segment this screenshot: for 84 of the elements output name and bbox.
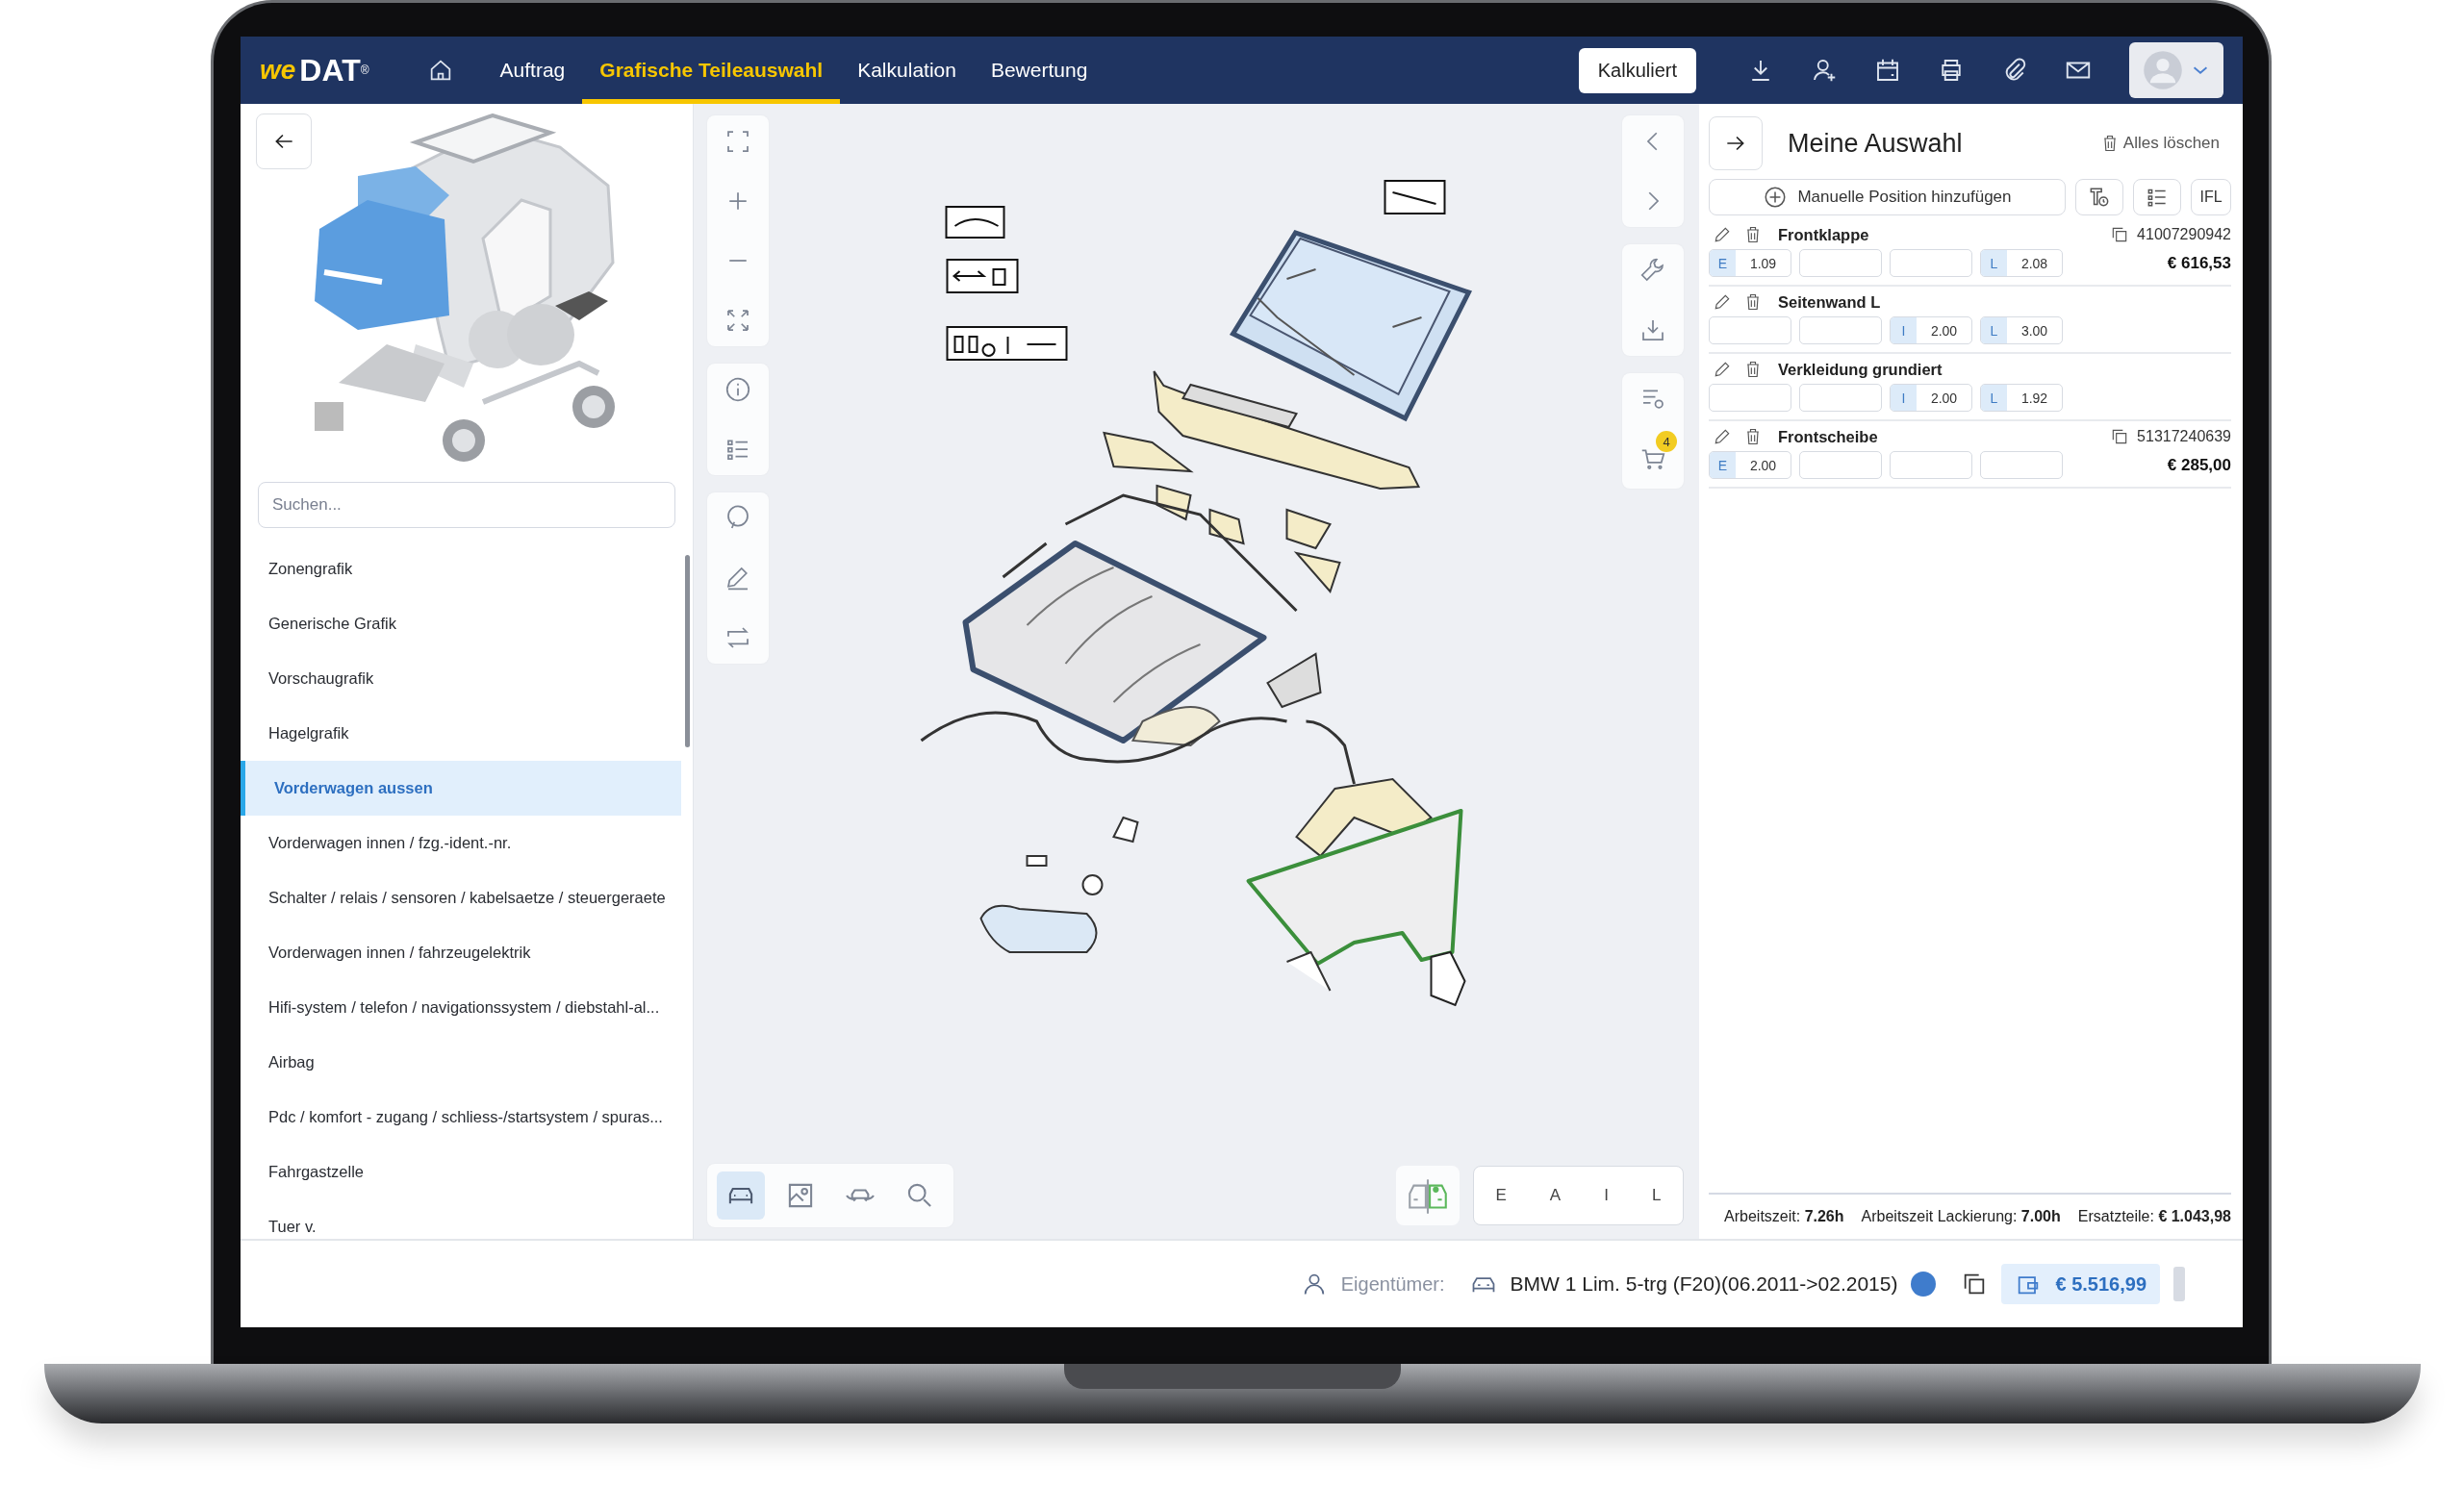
search-field[interactable]: Suchen...: [258, 482, 675, 528]
field-tag: L: [1981, 250, 2007, 276]
field-tag: I: [1891, 385, 1917, 411]
category-item[interactable]: Schalter / relais / sensoren / kabelsaetze / steuergeraete: [241, 870, 681, 925]
add-position-button[interactable]: Manuelle Position hinzufügen: [1709, 179, 2066, 215]
category-item[interactable]: Vorderwagen innen / fzg.-ident.-nr.: [241, 816, 681, 870]
filter-tab[interactable]: A: [1541, 1178, 1569, 1213]
position-name: Frontklappe: [1778, 225, 1869, 244]
value-field[interactable]: [1709, 384, 1791, 412]
category-item[interactable]: Generische Grafik: [241, 596, 681, 651]
summary-text: Ersatzteile: € 1.043,98: [2077, 1208, 2231, 1225]
value-field[interactable]: [1799, 384, 1882, 412]
field-value: 2.00: [1929, 321, 1959, 340]
category-item[interactable]: Tuer v.: [241, 1199, 681, 1239]
value-field[interactable]: E 2.00: [1709, 451, 1791, 479]
nav-tab[interactable]: Auftrag: [482, 37, 583, 104]
filter-tab[interactable]: L: [1643, 1178, 1669, 1213]
value-field[interactable]: [1799, 249, 1882, 277]
field-tag: I: [1891, 317, 1917, 343]
filter-tab[interactable]: I: [1596, 1178, 1616, 1213]
field-tag: L: [1981, 385, 2007, 411]
category-item[interactable]: Zonengrafik: [241, 542, 681, 596]
category-item[interactable]: Vorschaugrafik: [241, 651, 681, 706]
value-field[interactable]: [1799, 316, 1882, 344]
edit-icon[interactable]: [1713, 360, 1732, 379]
value-field[interactable]: [1890, 451, 1972, 479]
category-item[interactable]: Hifi-system / telefon / navigationssystem / diebstahl-al...: [241, 980, 681, 1035]
info-icon[interactable]: [724, 375, 752, 404]
list-view-button[interactable]: [2133, 179, 2181, 215]
summary-text: Arbeitszeit: 7.26h: [1724, 1208, 1844, 1225]
field-value: 2.00: [1929, 389, 1959, 408]
field-value: 3.00: [2019, 321, 2049, 340]
field-value: 1.92: [2019, 389, 2049, 408]
part-number: 41007290942: [2137, 226, 2231, 243]
part-number: 51317240639: [2137, 428, 2231, 445]
position-name: Seitenwand L: [1778, 292, 1881, 312]
status-button[interactable]: Kalkuliert: [1578, 47, 1696, 93]
avatar-icon: [2142, 49, 2184, 91]
filter-tab[interactable]: E: [1487, 1178, 1514, 1213]
total-price-button[interactable]: € 5.516,99: [2001, 1264, 2160, 1304]
clear-all-link[interactable]: Alles löschen: [2099, 134, 2231, 153]
category-item[interactable]: Hagelgrafik: [241, 706, 681, 761]
owner-label: Eigentümer:: [1340, 1272, 1445, 1296]
vehicle-name: BMW 1 Lim. 5-trg (F20)(06.2011->02.2015): [1510, 1272, 1898, 1296]
summary-text: Arbeitszeit Lackierung: 7.00h: [1861, 1208, 2061, 1225]
value-field[interactable]: I 2.00: [1890, 316, 1972, 344]
edit-icon[interactable]: [1713, 292, 1732, 312]
edit-icon[interactable]: [1713, 225, 1732, 244]
field-tag: L: [1981, 317, 2007, 343]
position-name: Frontscheibe: [1778, 427, 1878, 446]
panel-title: Meine Auswahl: [1788, 128, 1963, 159]
car-compare-icon[interactable]: [1396, 1166, 1460, 1225]
ifl-button[interactable]: IFL: [2191, 179, 2231, 215]
field-value: 2.08: [2019, 254, 2049, 273]
status-dot: [1911, 1272, 1937, 1297]
nav-tab[interactable]: Bewertung: [973, 37, 1105, 104]
value-field[interactable]: [1980, 451, 2063, 479]
field-value: 2.00: [1748, 456, 1778, 475]
value-field[interactable]: I 2.00: [1890, 384, 1972, 412]
value-field[interactable]: E 1.09: [1709, 249, 1791, 277]
value-field[interactable]: [1799, 451, 1882, 479]
value-field[interactable]: L 3.00: [1980, 316, 2063, 344]
edit-icon[interactable]: [1713, 427, 1732, 446]
value-field[interactable]: L 1.92: [1980, 384, 2063, 412]
category-item[interactable]: Vorderwagen aussen: [241, 761, 681, 816]
position-price: € 616,53: [2167, 253, 2231, 273]
logo: we DAT$^{®}$: [260, 51, 369, 89]
value-field[interactable]: L 2.08: [1980, 249, 2063, 277]
field-value: 1.09: [1748, 254, 1778, 273]
category-item[interactable]: Fahrgastzelle: [241, 1145, 681, 1199]
value-field[interactable]: [1709, 316, 1791, 344]
field-tag: E: [1710, 452, 1736, 478]
category-item[interactable]: Airbag: [241, 1035, 681, 1090]
field-tag: E: [1710, 250, 1736, 276]
scroll-handle[interactable]: [2173, 1267, 2185, 1301]
labor-time-button[interactable]: [2075, 179, 2123, 215]
cart-count-badge: 4: [1656, 431, 1677, 452]
position-name: Verkleidung grundiert: [1778, 360, 1943, 379]
car-icon[interactable]: [717, 1171, 765, 1220]
category-item[interactable]: Vorderwagen innen / fahrzeugelektrik: [241, 925, 681, 980]
value-field[interactable]: [1890, 249, 1972, 277]
position-price: € 285,00: [2167, 455, 2231, 475]
nav-tab[interactable]: Kalkulation: [840, 37, 974, 104]
category-item[interactable]: Pdc / komfort - zugang / schliess-/startsystem / spuras...: [241, 1090, 681, 1145]
